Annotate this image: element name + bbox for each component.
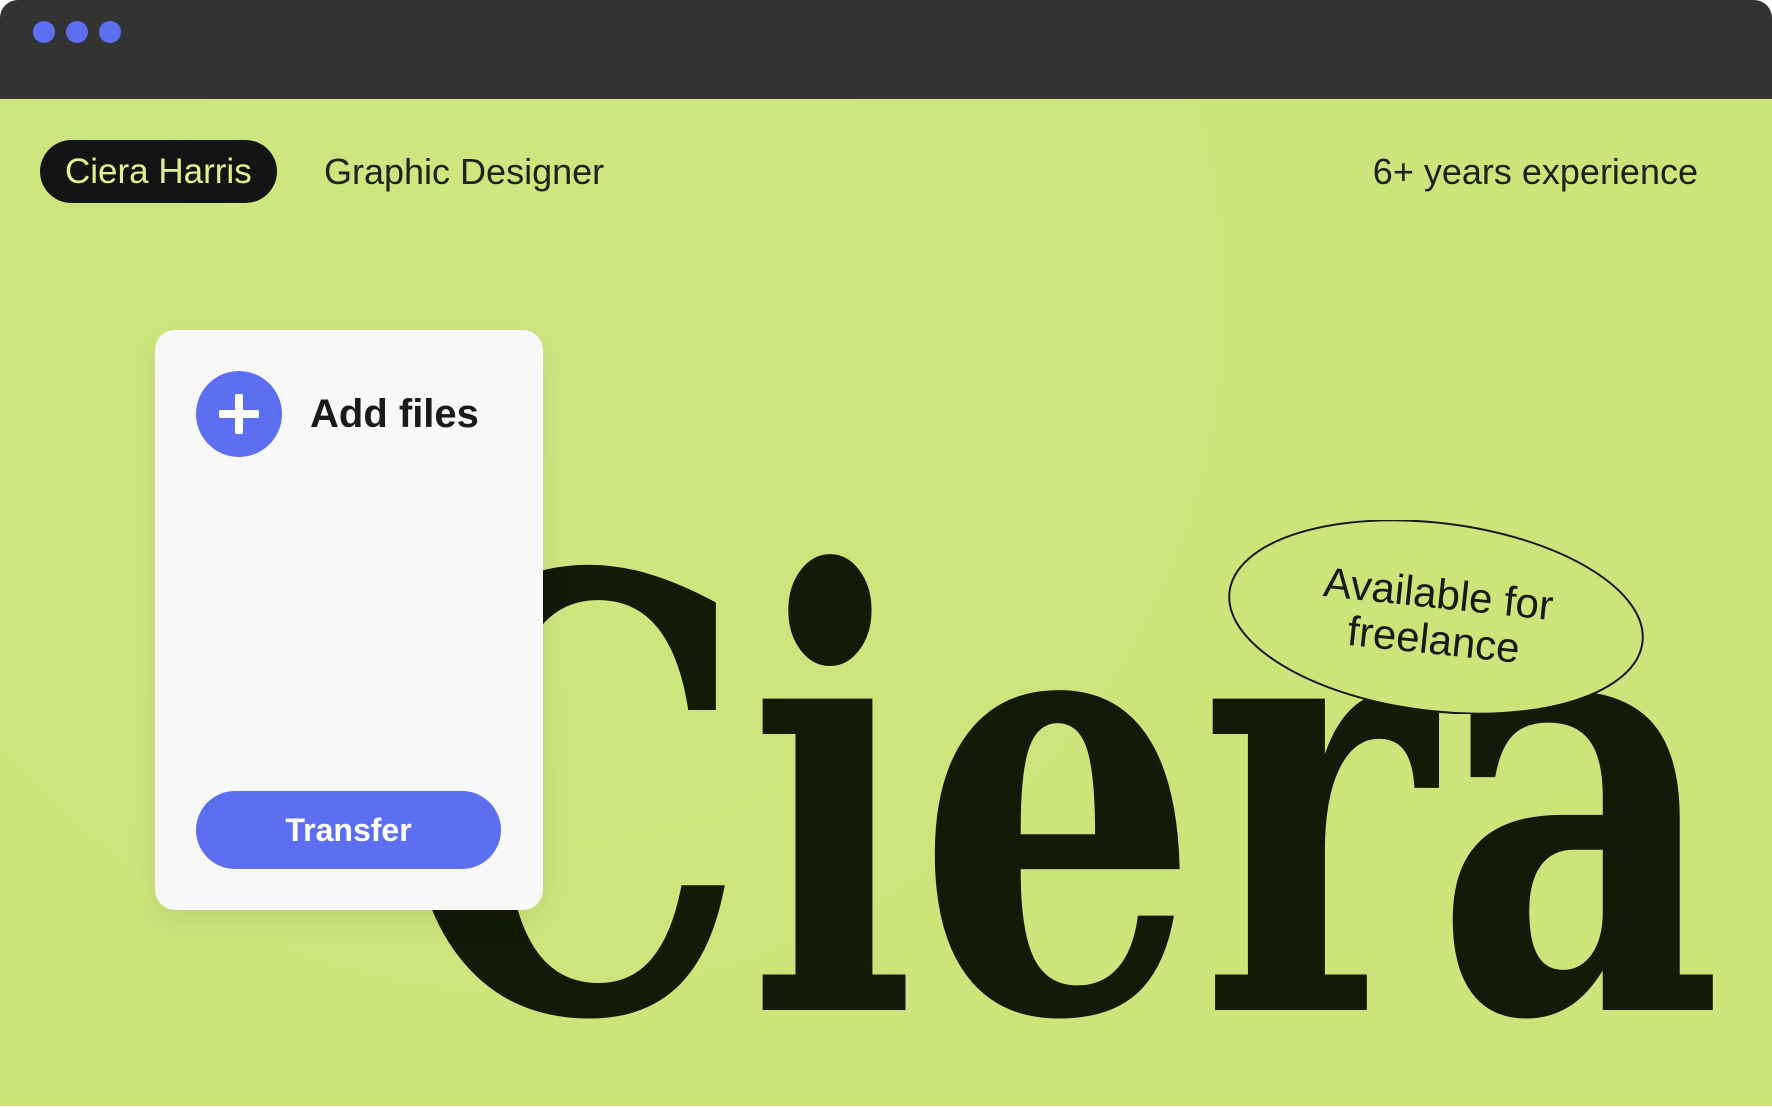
name-pill[interactable]: Ciera Harris [40, 140, 277, 203]
role-label: Graphic Designer [324, 151, 605, 192]
browser-window: Ciera Ciera Harris Graphic Designer 6+ y… [0, 0, 1772, 1106]
experience-label: 6+ years experience [1372, 151, 1698, 192]
transfer-button[interactable]: Transfer [196, 791, 501, 869]
add-files-button[interactable] [196, 371, 282, 457]
add-files-label[interactable]: Add files [310, 385, 479, 443]
title-bar [0, 0, 1772, 99]
plus-icon [219, 394, 259, 434]
freelance-badge: Available for freelance [1226, 520, 1646, 714]
window-dot-2[interactable] [66, 21, 88, 43]
file-transfer-card: Add files Transfer [155, 330, 543, 910]
portfolio-hero: Ciera Ciera Harris Graphic Designer 6+ y… [0, 99, 1772, 1106]
window-dot-1[interactable] [33, 21, 55, 43]
window-dot-3[interactable] [99, 21, 121, 43]
